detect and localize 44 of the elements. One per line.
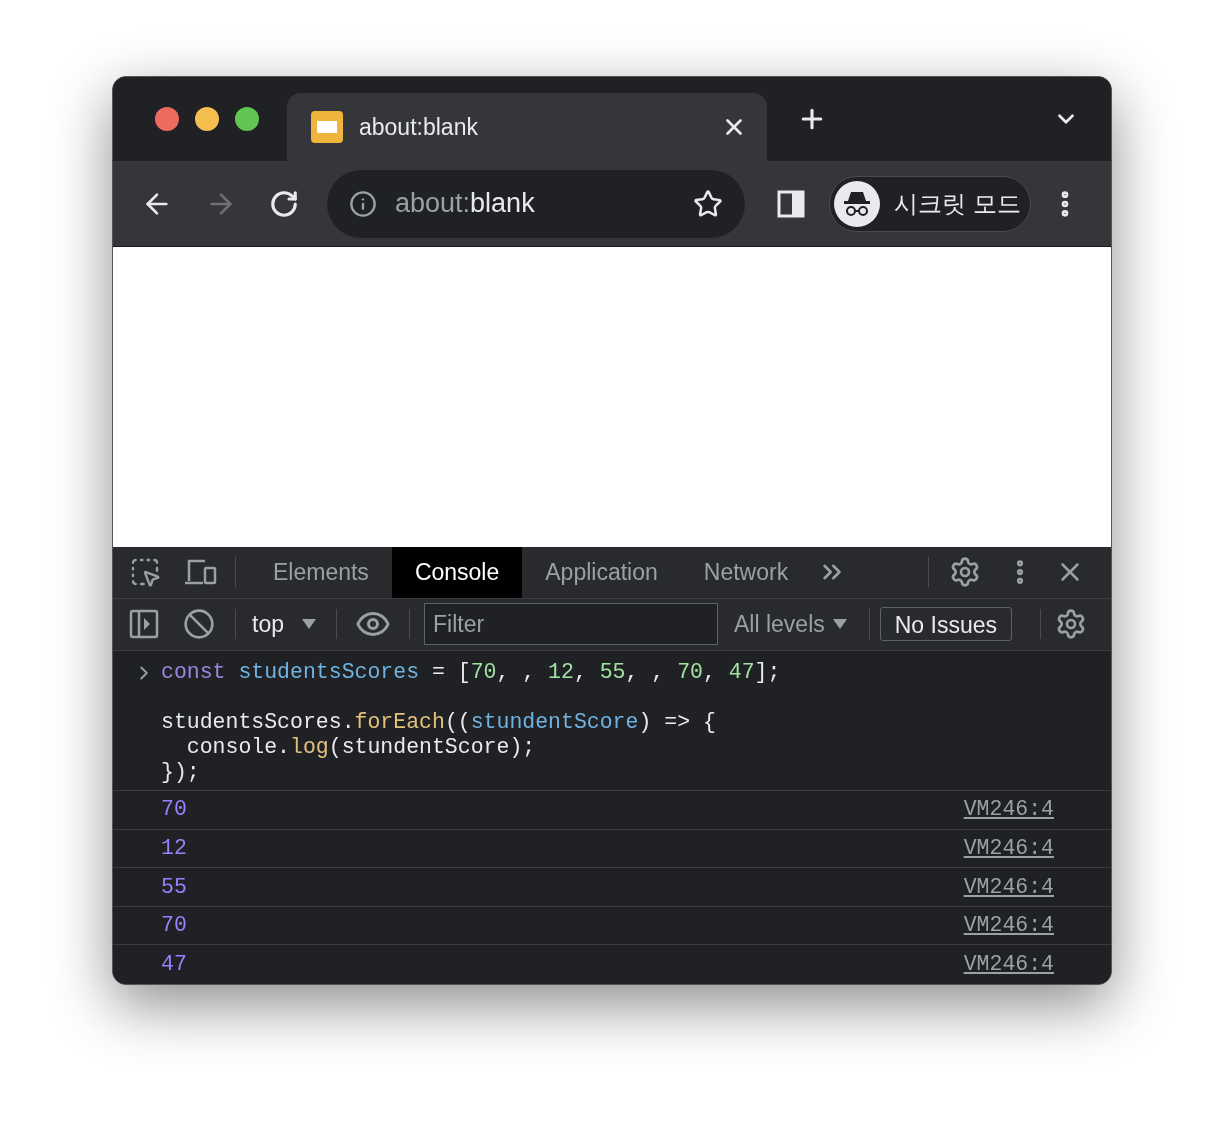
minimize-window-button[interactable] bbox=[195, 107, 219, 131]
bookmark-star-icon[interactable] bbox=[693, 188, 723, 219]
incognito-icon bbox=[834, 180, 880, 227]
address-text: about:blank bbox=[395, 187, 536, 221]
source-link[interactable]: VM246:4 bbox=[963, 874, 1054, 900]
address-bar[interactable]: about:blank bbox=[327, 169, 745, 238]
log-value: 55 bbox=[161, 874, 187, 900]
code-line: studentsScores.forEach((stundentScore) => { bbox=[161, 710, 716, 736]
incognito-label: 시크릿 모드 bbox=[894, 188, 1021, 219]
code-line: }); bbox=[161, 760, 200, 786]
zoom-window-button[interactable] bbox=[235, 107, 259, 131]
source-link[interactable]: VM246:4 bbox=[963, 913, 1054, 939]
info-icon[interactable] bbox=[349, 189, 377, 218]
clear-console-icon[interactable] bbox=[183, 608, 215, 641]
devtools-tab[interactable]: Elements bbox=[250, 547, 392, 598]
code-line: console.log(stundentScore); bbox=[185, 735, 536, 761]
tab-title: about:blank bbox=[359, 112, 479, 142]
source-link[interactable]: VM246:4 bbox=[963, 835, 1054, 861]
log-value: 47 bbox=[161, 952, 187, 978]
devtools-tab[interactable]: Network bbox=[680, 547, 812, 598]
browser-tab[interactable]: about:blank bbox=[287, 93, 767, 161]
devtools-tab[interactable]: Console bbox=[391, 547, 523, 598]
console-settings-icon[interactable] bbox=[1055, 608, 1087, 641]
code-line: const studentsScores = [70, , 12, 55, , 70, 47]; bbox=[161, 660, 781, 686]
context-selector[interactable]: top bbox=[252, 607, 316, 642]
dropdown-triangle-icon bbox=[302, 619, 316, 630]
dropdown-triangle-icon bbox=[832, 619, 847, 630]
source-link[interactable]: VM246:4 bbox=[963, 952, 1054, 978]
page-icon bbox=[311, 111, 343, 143]
reload-icon[interactable] bbox=[269, 188, 299, 219]
settings-icon[interactable] bbox=[949, 556, 981, 589]
sidebar-toggle-icon[interactable] bbox=[129, 609, 159, 640]
incognito-profile-button[interactable]: 시크릿 모드 bbox=[829, 175, 1031, 232]
filter-input[interactable]: Filter bbox=[424, 603, 718, 646]
inspect-element-icon[interactable] bbox=[129, 556, 161, 589]
log-value: 70 bbox=[161, 913, 187, 939]
close-window-button[interactable] bbox=[155, 107, 179, 131]
log-levels-dropdown[interactable]: All levels bbox=[734, 607, 847, 642]
log-value: 70 bbox=[161, 797, 187, 823]
log-value: 12 bbox=[161, 835, 187, 861]
devtools-tab[interactable]: Application bbox=[522, 547, 681, 598]
issues-button[interactable]: No Issues bbox=[879, 607, 1012, 642]
side-panel-icon[interactable] bbox=[777, 189, 805, 218]
source-link[interactable]: VM246:4 bbox=[963, 797, 1054, 823]
